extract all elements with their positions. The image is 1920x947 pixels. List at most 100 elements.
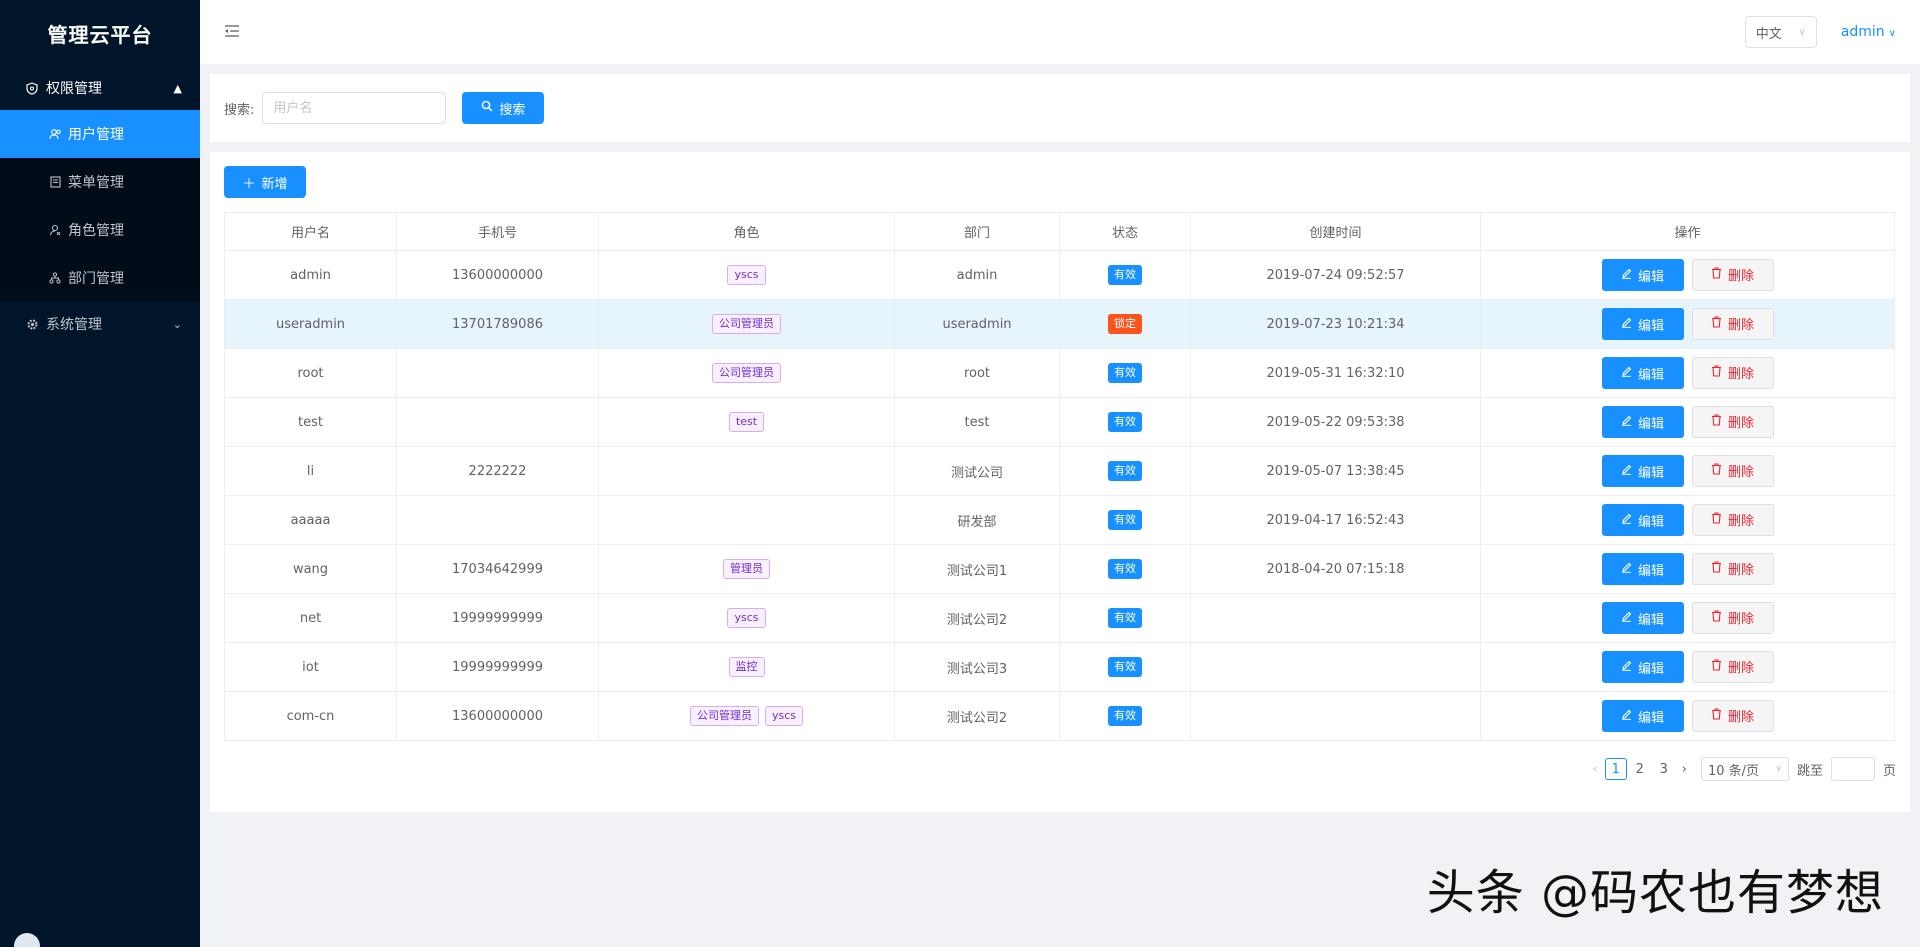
sidebar-item-departments[interactable]: 部门管理 xyxy=(0,254,200,302)
cell-status: 有效 xyxy=(1059,691,1191,741)
cell-actions: 编辑 删除 xyxy=(1480,544,1895,594)
table-row[interactable]: li 2222222 测试公司 有效 2019-05-07 13:38:45 编辑 删除 xyxy=(224,446,1895,496)
cell-status: 有效 xyxy=(1059,397,1191,447)
trash-icon xyxy=(1711,463,1722,478)
cell-roles xyxy=(598,495,895,545)
sidebar-group-system[interactable]: 系统管理 ⌄ xyxy=(0,302,200,346)
user-list-panel: ＋ 新增 用户名 手机号 角色 部门 状态 创建时间 操作 admin 13600… xyxy=(210,152,1910,812)
user-name: admin xyxy=(1840,24,1885,40)
table-row[interactable]: admin 13600000000 yscs admin 有效 2019-07-24 09… xyxy=(224,250,1895,300)
table-body: admin 13600000000 yscs admin 有效 2019-07-24 09… xyxy=(224,250,1895,741)
edit-label: 编辑 xyxy=(1637,563,1664,579)
cell-phone: 13600000000 xyxy=(396,250,599,300)
edit-icon xyxy=(1621,415,1632,429)
column-header[interactable]: 操作 xyxy=(1480,212,1895,251)
collapse-sidebar-icon[interactable] xyxy=(224,22,244,43)
column-header[interactable]: 角色 xyxy=(598,212,895,251)
role-tag: 监控 xyxy=(728,657,765,677)
sidebar-group-permissions[interactable]: 权限管理 ▲ xyxy=(0,66,200,110)
edit-label: 编辑 xyxy=(1637,465,1664,481)
table-row[interactable]: aaaaa 研发部 有效 2019-04-17 16:52:43 编辑 删除 xyxy=(224,495,1895,545)
cell-actions: 编辑 删除 xyxy=(1480,299,1895,349)
sidebar-item-menus[interactable]: 菜单管理 xyxy=(0,158,200,206)
page-2[interactable]: 2 xyxy=(1629,758,1651,780)
status-badge: 锁定 xyxy=(1108,314,1142,334)
cell-dept: 测试公司 xyxy=(894,446,1060,496)
delete-button[interactable]: 删除 xyxy=(1691,650,1774,683)
edit-button[interactable]: 编辑 xyxy=(1601,308,1684,341)
search-input[interactable] xyxy=(262,92,447,124)
cell-actions: 编辑 删除 xyxy=(1480,348,1895,398)
sidebar-item-roles[interactable]: 角色管理 xyxy=(0,206,200,254)
page-size-value: 10 条/页 xyxy=(1707,763,1760,779)
prev-page-icon[interactable]: ‹ xyxy=(1593,762,1598,777)
delete-label: 删除 xyxy=(1727,416,1754,432)
gear-icon xyxy=(24,318,40,331)
delete-button[interactable]: 删除 xyxy=(1691,405,1774,438)
role-tag: 公司管理员 xyxy=(712,363,781,383)
language-select[interactable]: 中文 ∨ xyxy=(1744,16,1817,48)
edit-icon xyxy=(1621,317,1632,331)
add-user-button[interactable]: ＋ 新增 xyxy=(224,166,306,198)
status-badge: 有效 xyxy=(1108,559,1142,579)
edit-button[interactable]: 编辑 xyxy=(1601,357,1684,390)
cell-created xyxy=(1190,691,1481,741)
org-icon xyxy=(48,272,62,284)
edit-button[interactable]: 编辑 xyxy=(1601,651,1684,684)
user-dropdown[interactable]: admin ∨ xyxy=(1841,24,1896,40)
edit-icon xyxy=(1621,366,1632,380)
cell-username: root xyxy=(224,348,397,398)
page-3[interactable]: 3 xyxy=(1653,758,1675,780)
avatar[interactable] xyxy=(14,933,40,947)
edit-button[interactable]: 编辑 xyxy=(1601,259,1684,292)
column-header[interactable]: 状态 xyxy=(1059,212,1191,251)
sidebar-item-users[interactable]: 用户管理 xyxy=(0,110,200,158)
language-value: 中文 xyxy=(1755,26,1782,42)
edit-button[interactable]: 编辑 xyxy=(1601,504,1684,537)
page-size-select[interactable]: 10 条/页 ∨ xyxy=(1700,757,1789,781)
table-row[interactable]: test test test 有效 2019-05-22 09:53:38 编辑 删除 xyxy=(224,397,1895,447)
delete-button[interactable]: 删除 xyxy=(1691,454,1774,487)
table-row[interactable]: net 19999999999 yscs 测试公司2 有效 编辑 删除 xyxy=(224,593,1895,643)
edit-button[interactable]: 编辑 xyxy=(1601,406,1684,439)
search-button[interactable]: 搜索 xyxy=(462,92,545,124)
column-header[interactable]: 用户名 xyxy=(224,212,397,251)
edit-label: 编辑 xyxy=(1637,514,1664,530)
cell-roles: 管理员 xyxy=(598,544,895,594)
delete-label: 删除 xyxy=(1727,269,1754,285)
delete-button[interactable]: 删除 xyxy=(1691,307,1774,340)
cell-actions: 编辑 删除 xyxy=(1480,691,1895,741)
cell-created: 2018-04-20 07:15:18 xyxy=(1190,544,1481,594)
next-page-icon[interactable]: › xyxy=(1682,762,1687,777)
cell-created: 2019-07-23 10:21:34 xyxy=(1190,299,1481,349)
delete-button[interactable]: 删除 xyxy=(1691,601,1774,634)
table-row[interactable]: useradmin 13701789086 公司管理员 useradmin 锁定 2019… xyxy=(224,299,1895,349)
table-row[interactable]: iot 19999999999 监控 测试公司3 有效 编辑 删除 xyxy=(224,642,1895,692)
table-row[interactable]: com-cn 13600000000 公司管理员 yscs 测试公司2 有效 编辑 删除 xyxy=(224,691,1895,741)
column-header[interactable]: 部门 xyxy=(894,212,1060,251)
edit-button[interactable]: 编辑 xyxy=(1601,700,1684,733)
delete-button[interactable]: 删除 xyxy=(1691,356,1774,389)
trash-icon xyxy=(1711,316,1722,331)
goto-page-input[interactable] xyxy=(1830,757,1875,781)
cell-roles: 公司管理员 xyxy=(598,348,895,398)
delete-button[interactable]: 删除 xyxy=(1691,552,1774,585)
cell-username: li xyxy=(224,446,397,496)
cell-status: 有效 xyxy=(1059,348,1191,398)
table-row[interactable]: root 公司管理员 root 有效 2019-05-31 16:32:10 编辑 删除 xyxy=(224,348,1895,398)
cell-created xyxy=(1190,593,1481,643)
edit-button[interactable]: 编辑 xyxy=(1601,602,1684,635)
cell-phone: 19999999999 xyxy=(396,642,599,692)
role-tag: yscs xyxy=(727,608,766,628)
delete-button[interactable]: 删除 xyxy=(1691,503,1774,536)
edit-button[interactable]: 编辑 xyxy=(1601,455,1684,488)
page-1[interactable]: 1 xyxy=(1604,758,1627,780)
sidebar-item-label: 用户管理 xyxy=(68,127,124,143)
column-header[interactable]: 手机号 xyxy=(396,212,599,251)
table-row[interactable]: wang 17034642999 管理员 测试公司1 有效 2018-04-20 07:1… xyxy=(224,544,1895,594)
column-header[interactable]: 创建时间 xyxy=(1190,212,1481,251)
edit-button[interactable]: 编辑 xyxy=(1601,553,1684,586)
delete-button[interactable]: 删除 xyxy=(1691,258,1774,291)
delete-button[interactable]: 删除 xyxy=(1691,699,1774,732)
chevron-up-icon: ▲ xyxy=(173,81,182,95)
